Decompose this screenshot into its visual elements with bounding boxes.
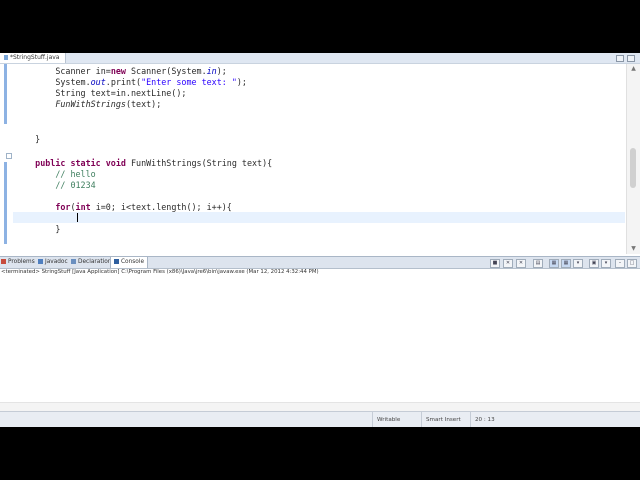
java-file-icon [4,55,8,60]
status-cursor-position: 20 : 13 [470,412,515,427]
code-line[interactable]: FunWithStrings(text); [15,99,161,110]
scroll-down-icon[interactable]: ▼ [627,244,640,254]
scroll-lock-icon[interactable]: ▦ [549,259,559,268]
minimize-editor-button[interactable] [616,55,624,62]
pin-console-icon[interactable]: ▦ [561,259,571,268]
editor-ruler [0,64,13,254]
status-bar: Writable Smart Insert 20 : 13 [0,411,640,427]
code-line[interactable]: String text=in.nextLine(); [15,88,186,99]
terminate-icon[interactable]: ■ [490,259,500,268]
status-writable: Writable [372,412,421,427]
remove-launch-icon[interactable]: ✕ [503,259,513,268]
editor-tab-strip: *StringStuff.java [0,53,640,64]
fold-toggle-icon[interactable] [6,153,12,159]
code-line[interactable]: // hello [15,169,95,180]
open-console-icon[interactable]: ▣ [589,259,599,268]
tab-console[interactable]: Console [110,257,149,268]
scroll-thumb[interactable] [630,148,636,188]
editor-vertical-scrollbar[interactable]: ▲ ▼ [626,64,640,254]
text-caret [77,213,78,222]
code-line[interactable]: } [15,134,40,145]
code-line[interactable]: // 01234 [15,180,95,191]
code-line[interactable]: for(int i=0; i<text.length(); i++){ [15,202,232,213]
declaration-icon [71,259,76,264]
editor-tab-label: *StringStuff.java [10,54,60,61]
tab-javadoc[interactable]: Javadoc [38,257,68,268]
maximize-view-icon[interactable]: □ [627,259,637,268]
code-line[interactable]: public static void FunWithStrings(String… [15,158,272,169]
status-insert-mode: Smart Insert [421,412,470,427]
javadoc-icon [38,259,43,264]
change-marker [4,162,7,244]
code-area[interactable]: Scanner in=new Scanner(System.in); Syste… [15,64,623,254]
minimize-view-icon[interactable]: – [615,259,625,268]
code-line[interactable]: } [15,224,60,235]
eclipse-window: *StringStuff.java Scanner in=new Scanner… [0,53,640,427]
remove-all-icon[interactable]: ✕ [516,259,526,268]
view-menu-icon[interactable]: ▾ [601,259,611,268]
problems-icon [1,259,6,264]
tab-declaration[interactable]: Declaration [71,257,111,268]
display-console-icon[interactable]: ▾ [573,259,583,268]
console-icon [114,259,119,264]
maximize-editor-button[interactable] [627,55,635,62]
clear-console-icon[interactable]: ▤ [533,259,543,268]
console-output[interactable] [0,277,640,402]
code-editor[interactable]: Scanner in=new Scanner(System.in); Syste… [0,64,640,254]
code-line[interactable]: System.out.print("Enter some text: "); [15,77,247,88]
console-process-label: <terminated> StringStuff [Java Applicati… [1,269,319,275]
scroll-up-icon[interactable]: ▲ [627,64,640,74]
change-marker [4,64,7,124]
tab-problems[interactable]: Problems [1,257,35,268]
editor-tab-stringstuff[interactable]: *StringStuff.java [0,53,67,63]
code-line[interactable]: Scanner in=new Scanner(System.in); [15,66,227,77]
